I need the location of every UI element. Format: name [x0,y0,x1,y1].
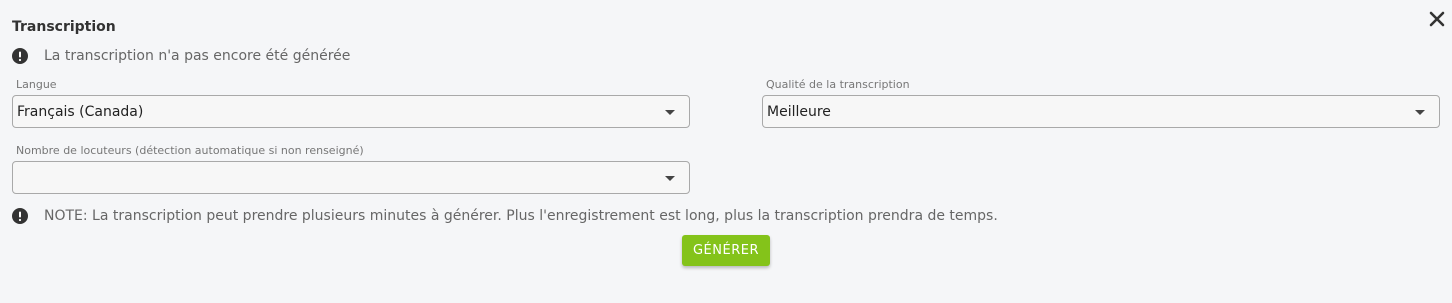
caret-down-icon [1415,110,1425,115]
exclamation-circle-icon [12,208,28,224]
quality-label: Qualité de la transcription [766,78,910,91]
caret-down-icon [665,176,675,181]
generate-button[interactable]: GÉNÉRER [682,235,770,266]
quality-select[interactable]: Meilleure [762,95,1440,128]
caret-down-icon [665,110,675,115]
speakers-select[interactable] [12,161,690,194]
status-notice: La transcription n'a pas encore été géné… [12,48,350,64]
exclamation-circle-icon [12,48,28,64]
note-message: NOTE: La transcription peut prendre plus… [44,208,998,224]
close-icon[interactable] [1428,10,1446,28]
language-select[interactable]: Français (Canada) [12,95,690,128]
quality-select-value: Meilleure [767,104,831,120]
panel-title: Transcription [12,19,116,35]
language-label: Langue [16,78,57,91]
duration-note: NOTE: La transcription peut prendre plus… [12,208,998,224]
language-select-value: Français (Canada) [17,104,144,120]
speakers-label: Nombre de locuteurs (détection automatiq… [16,144,364,157]
status-message: La transcription n'a pas encore été géné… [44,48,351,64]
